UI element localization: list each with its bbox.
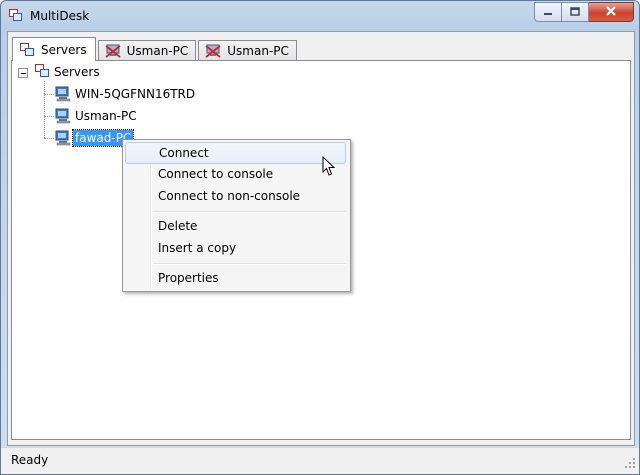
tab-label: Usman-PC [227, 44, 289, 58]
tab-usman-pc-1[interactable]: Usman-PC [97, 40, 197, 61]
tree-line [44, 81, 45, 138]
tree-item-label: WIN-5QGFNN16TRD [75, 87, 196, 101]
multidesk-icon [9, 8, 23, 22]
menu-separator [153, 263, 346, 265]
status-bar: Ready [1, 447, 639, 474]
mouse-cursor-icon [322, 155, 336, 181]
computer-icon [55, 86, 73, 102]
tab-label: Servers [41, 42, 87, 57]
menu-item-label: Connect to non-console [158, 189, 301, 203]
close-icon [605, 5, 617, 19]
tree-line [44, 138, 54, 139]
minimize-icon [543, 5, 553, 19]
maximize-icon [570, 5, 580, 19]
window-title: MultiDesk [30, 9, 90, 23]
context-menu: Connect Connect to console Connect to no… [122, 139, 351, 292]
tree-item-server[interactable]: WIN-5QGFNN16TRD [55, 85, 197, 103]
menu-item-label: Insert a copy [158, 241, 237, 255]
computer-icon [55, 130, 73, 146]
disconnected-computer-icon [205, 44, 221, 58]
menu-item-connect-to-non-console[interactable]: Connect to non-console [125, 186, 346, 206]
close-button[interactable] [589, 2, 634, 22]
tree-root-servers[interactable]: Servers [34, 63, 102, 81]
menu-item-insert-a-copy[interactable]: Insert a copy [125, 238, 346, 258]
menu-item-label: Delete [158, 219, 198, 233]
menu-item-label: Connect [159, 146, 209, 160]
caption-buttons [534, 2, 634, 22]
title-bar[interactable]: MultiDesk [1, 1, 639, 31]
tab-servers[interactable]: Servers [12, 37, 96, 61]
menu-item-label: Connect to console [158, 167, 274, 181]
tree-item-server[interactable]: Usman-PC [55, 107, 139, 125]
tree-item-label: Usman-PC [75, 109, 137, 123]
minimize-button[interactable] [534, 2, 562, 22]
maximize-button[interactable] [562, 2, 589, 22]
tree-item-label: Servers [54, 65, 100, 79]
tab-strip: Servers Usman-PC Usman-PC [12, 36, 299, 61]
menu-item-properties[interactable]: Properties [125, 268, 346, 288]
collapse-toggle[interactable] [18, 68, 28, 78]
servers-icon [34, 64, 52, 80]
resize-grip-icon[interactable] [624, 457, 636, 472]
menu-item-delete[interactable]: Delete [125, 216, 346, 236]
menu-separator [153, 211, 346, 213]
menu-item-label: Properties [158, 271, 219, 285]
tree-line [44, 94, 54, 95]
tree-line [44, 116, 54, 117]
tab-label: Usman-PC [126, 44, 189, 58]
status-text: Ready [11, 453, 49, 467]
computer-icon [55, 108, 73, 124]
menu-item-connect-to-console[interactable]: Connect to console [125, 164, 346, 184]
servers-icon [19, 42, 35, 57]
menu-item-connect[interactable]: Connect [125, 142, 346, 164]
disconnected-computer-icon [105, 44, 121, 58]
tab-usman-pc-2[interactable]: Usman-PC [198, 40, 297, 61]
